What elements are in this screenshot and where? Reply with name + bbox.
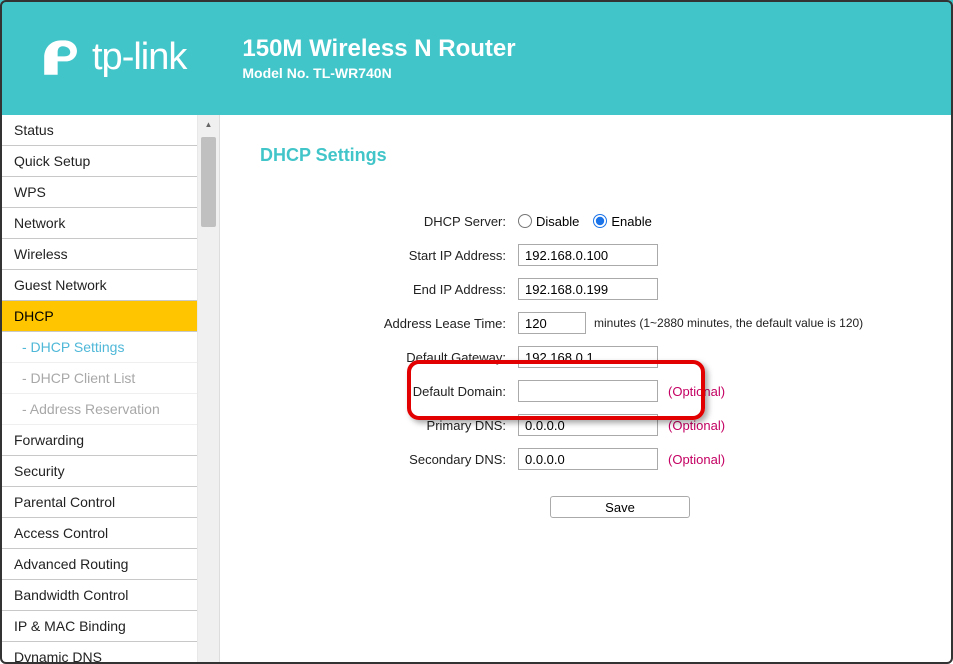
primary-dns-optional: (Optional): [668, 418, 725, 433]
domain-label: Default Domain:: [260, 384, 518, 399]
sidebar-item-dhcp-settings[interactable]: - DHCP Settings: [0, 332, 197, 363]
end-ip-input[interactable]: [518, 278, 658, 300]
router-model: Model No. TL-WR740N: [242, 65, 515, 81]
sidebar-item-security[interactable]: Security: [0, 456, 197, 487]
sidebar-item-status[interactable]: Status: [0, 115, 197, 146]
sidebar-item-wireless[interactable]: Wireless: [0, 239, 197, 270]
sidebar-item-access-control[interactable]: Access Control: [0, 518, 197, 549]
disable-label: Disable: [536, 214, 579, 229]
sidebar-item-wps[interactable]: WPS: [0, 177, 197, 208]
secondary-dns-optional: (Optional): [668, 452, 725, 467]
sidebar: StatusQuick SetupWPSNetworkWirelessGuest…: [0, 115, 198, 664]
sidebar-item-guest-network[interactable]: Guest Network: [0, 270, 197, 301]
sidebar-item-parental-control[interactable]: Parental Control: [0, 487, 197, 518]
end-ip-label: End IP Address:: [260, 282, 518, 297]
secondary-dns-input[interactable]: [518, 448, 658, 470]
dhcp-server-radio-group: Disable Enable: [518, 214, 652, 229]
dhcp-enable-radio[interactable]: [593, 214, 607, 228]
router-title: 150M Wireless N Router: [242, 35, 515, 63]
start-ip-input[interactable]: [518, 244, 658, 266]
domain-optional: (Optional): [668, 384, 725, 399]
sidebar-item-dhcp[interactable]: DHCP: [0, 301, 197, 332]
scroll-thumb[interactable]: [201, 137, 216, 227]
sidebar-item-network[interactable]: Network: [0, 208, 197, 239]
enable-label: Enable: [611, 214, 651, 229]
sidebar-item-ip-mac-binding[interactable]: IP & MAC Binding: [0, 611, 197, 642]
lease-time-hint: minutes (1~2880 minutes, the default val…: [594, 316, 863, 330]
logo: tp-link: [40, 36, 186, 79]
sidebar-item-dynamic-dns[interactable]: Dynamic DNS: [0, 642, 197, 664]
primary-dns-label: Primary DNS:: [260, 418, 518, 433]
tplink-logo-icon: [40, 37, 82, 79]
header: tp-link 150M Wireless N Router Model No.…: [0, 0, 953, 115]
sidebar-item-advanced-routing[interactable]: Advanced Routing: [0, 549, 197, 580]
sidebar-item-address-reservation[interactable]: - Address Reservation: [0, 394, 197, 425]
primary-dns-input[interactable]: [518, 414, 658, 436]
dhcp-enable-option[interactable]: Enable: [593, 214, 651, 229]
scroll-up-icon[interactable]: ▲: [198, 115, 219, 133]
lease-time-input[interactable]: [518, 312, 586, 334]
sidebar-item-dhcp-client-list[interactable]: - DHCP Client List: [0, 363, 197, 394]
lease-time-label: Address Lease Time:: [260, 316, 518, 331]
domain-input[interactable]: [518, 380, 658, 402]
header-title: 150M Wireless N Router Model No. TL-WR74…: [242, 35, 515, 81]
secondary-dns-label: Secondary DNS:: [260, 452, 518, 467]
brand-text: tp-link: [92, 36, 186, 79]
scrollbar[interactable]: ▲: [198, 115, 220, 664]
gateway-label: Default Gateway:: [260, 350, 518, 365]
start-ip-label: Start IP Address:: [260, 248, 518, 263]
dhcp-disable-radio[interactable]: [518, 214, 532, 228]
sidebar-item-bandwidth-control[interactable]: Bandwidth Control: [0, 580, 197, 611]
dhcp-server-label: DHCP Server:: [260, 214, 518, 229]
page-title: DHCP Settings: [260, 145, 923, 166]
dhcp-disable-option[interactable]: Disable: [518, 214, 579, 229]
sidebar-item-quick-setup[interactable]: Quick Setup: [0, 146, 197, 177]
content: DHCP Settings DHCP Server: Disable Enabl…: [220, 115, 953, 664]
gateway-input[interactable]: [518, 346, 658, 368]
save-button[interactable]: Save: [550, 496, 690, 518]
sidebar-item-forwarding[interactable]: Forwarding: [0, 425, 197, 456]
